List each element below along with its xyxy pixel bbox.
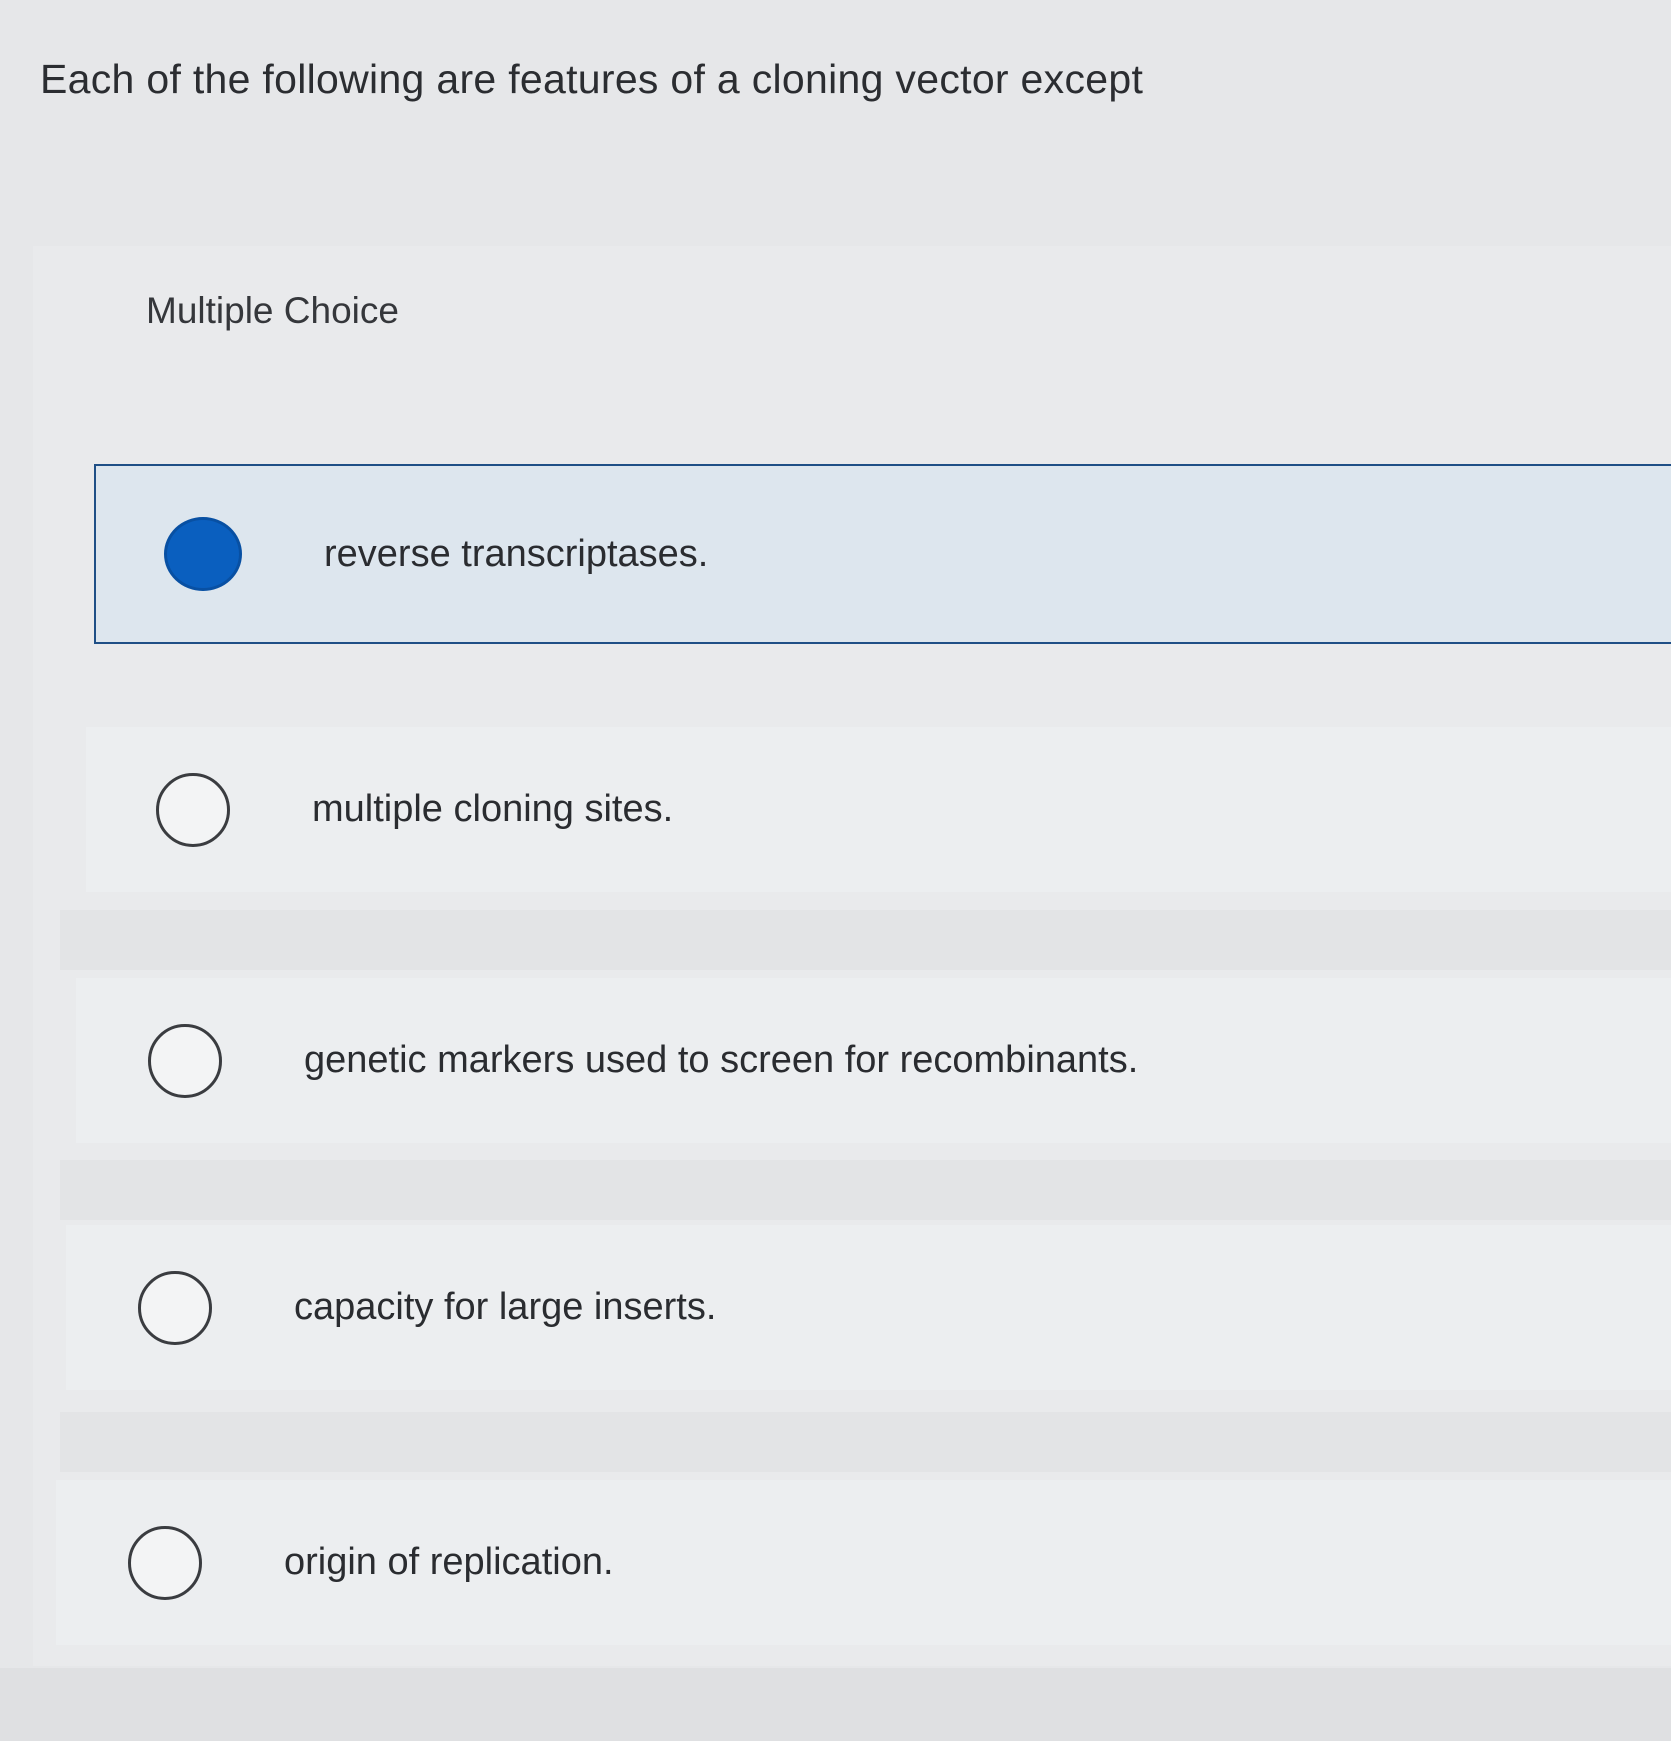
option-origin-of-replication[interactable]: origin of replication. xyxy=(56,1480,1671,1645)
question-type-label: Multiple Choice xyxy=(146,290,399,331)
option-reverse-transcriptases[interactable]: reverse transcriptases. xyxy=(94,464,1671,644)
option-multiple-cloning-sites[interactable]: multiple cloning sites. xyxy=(86,727,1671,892)
radio-selected-icon[interactable] xyxy=(164,517,242,591)
radio-unselected-icon[interactable] xyxy=(138,1270,212,1345)
option-capacity-large-inserts[interactable]: capacity for large inserts. xyxy=(66,1225,1671,1390)
option-separator xyxy=(60,1160,1671,1220)
option-label: genetic markers used to screen for recom… xyxy=(304,1039,1139,1081)
radio-unselected-icon[interactable] xyxy=(128,1525,202,1600)
option-label: reverse transcriptases. xyxy=(324,532,709,575)
option-separator xyxy=(60,1412,1671,1472)
option-label: origin of replication. xyxy=(284,1541,614,1583)
radio-unselected-icon[interactable] xyxy=(156,772,230,847)
question-text: Each of the following are features of a … xyxy=(40,56,1144,102)
page-footer-area xyxy=(0,1668,1671,1741)
option-label: multiple cloning sites. xyxy=(312,788,674,830)
option-label: capacity for large inserts. xyxy=(294,1286,717,1328)
option-genetic-markers[interactable]: genetic markers used to screen for recom… xyxy=(76,978,1671,1143)
option-separator xyxy=(60,910,1671,970)
radio-unselected-icon[interactable] xyxy=(148,1023,222,1098)
